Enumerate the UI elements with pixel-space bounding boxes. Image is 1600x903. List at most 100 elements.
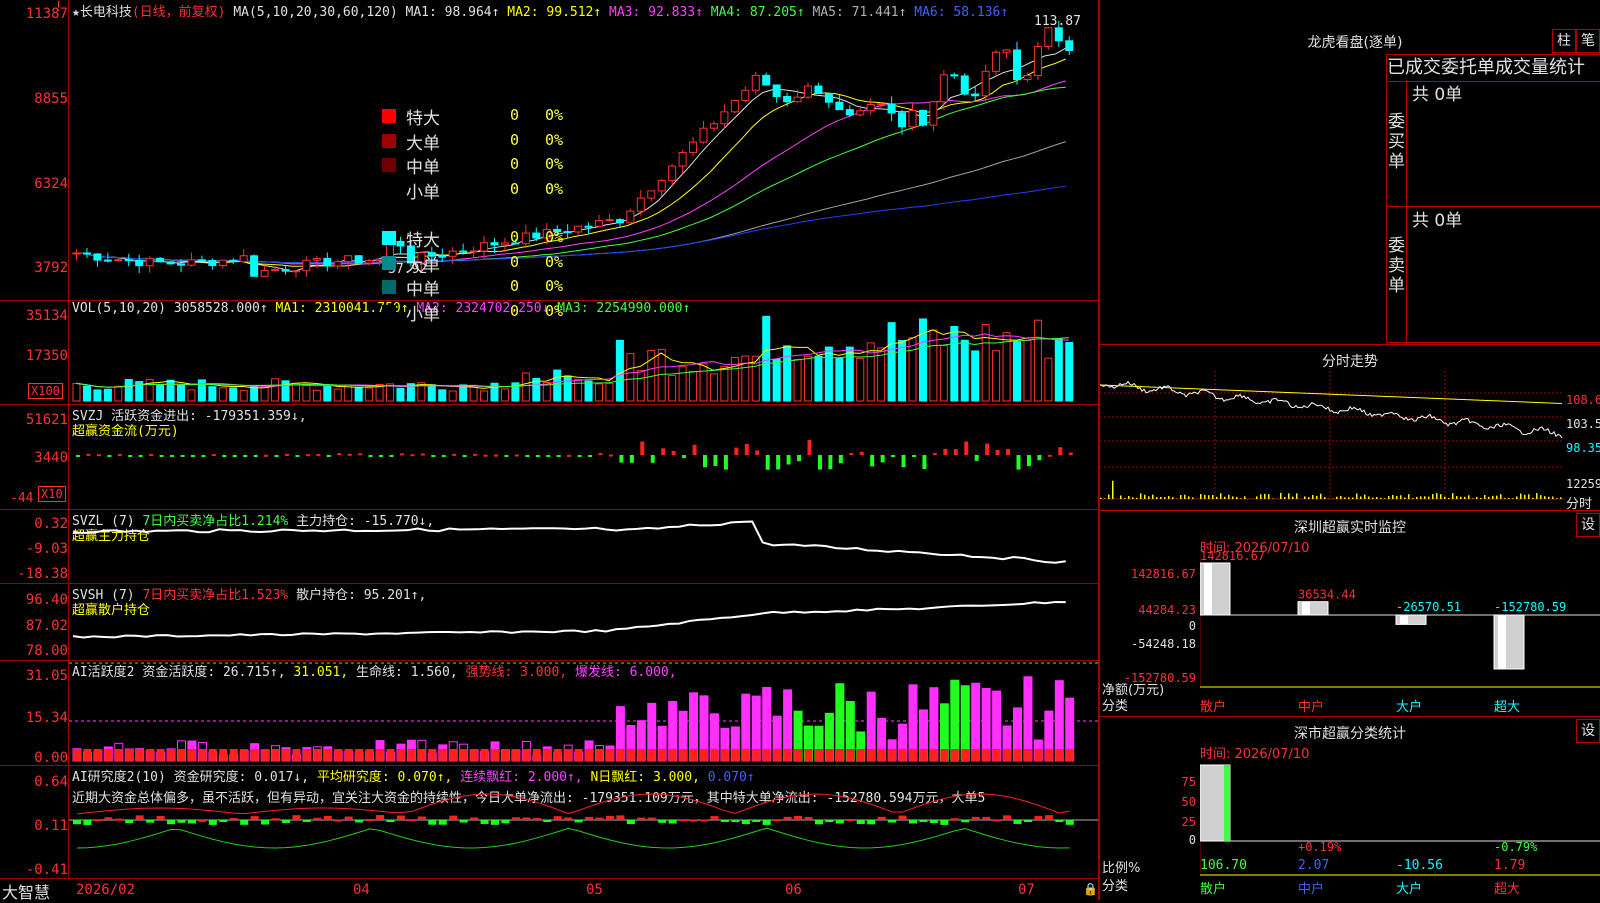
fund-flow-bar (473, 454, 477, 456)
fund-flow-bar (379, 455, 383, 457)
activity-base-bar (773, 749, 781, 761)
intraday-volume-bar (1112, 481, 1114, 499)
activity-base-bar (690, 749, 698, 761)
fund-flow-bar (943, 449, 947, 455)
brand-logo[interactable]: 大智慧 (2, 879, 50, 903)
sz-monitor-chart[interactable]: 142816.67散户36534.44中户-26570.51大户-152780.… (1200, 541, 1600, 717)
stats-tabs[interactable]: 已成交委托单成交量统计 (1386, 54, 1600, 82)
intraday-volume-bar (1396, 496, 1398, 499)
activity-base-bar (930, 749, 938, 761)
order-color-swatch (382, 158, 396, 172)
research-bar (178, 820, 186, 823)
volume-bar (219, 388, 226, 401)
activity-base-bar (355, 749, 363, 761)
volume-bar (690, 371, 697, 401)
dragon-tiger-panel: 龙虎看盘(逐单) 柱 笔 已成交委托单成交量统计 委买单 委卖单 共 0单 共 … (1100, 0, 1600, 344)
intraday-volume-bar (1376, 497, 1378, 499)
fund-flow-bar (264, 455, 268, 457)
activity-base-bar (261, 749, 269, 761)
candle-body (1014, 50, 1021, 80)
fund-flow-bar (410, 454, 414, 456)
activity-base-bar (167, 749, 175, 761)
activity-base-bar (575, 749, 583, 761)
candlestick-chart[interactable] (69, 0, 1098, 300)
ai-research-chart[interactable] (69, 766, 1098, 878)
volume-bar (616, 340, 623, 401)
intraday-volume-bar (1436, 493, 1438, 499)
ai-active-chart[interactable] (69, 661, 1098, 765)
candle-body (951, 75, 958, 76)
research-bar (83, 820, 91, 825)
activity-base-bar (596, 749, 604, 761)
svzj-chart[interactable] (69, 405, 1098, 509)
research-bar (418, 817, 426, 820)
volume-bar (209, 387, 216, 401)
intraday-volume-bar (1272, 498, 1274, 499)
activity-base-bar (313, 749, 321, 761)
lock-icon[interactable]: 🔒 (1083, 882, 1098, 896)
intraday-panel[interactable]: 分时走势 108.6 103.5 98.35 12259 分时 (1100, 344, 1600, 511)
ai-active-tick: 0.00 (0, 750, 68, 766)
activity-bar (1024, 677, 1032, 761)
bar-view-button[interactable]: 柱 (1552, 29, 1576, 53)
sz-monitor-panel: 深圳超赢实时监控 设 时间: 2026/07/10 142816.67 4428… (1100, 510, 1600, 717)
research-bar (805, 817, 813, 820)
vol-unit[interactable]: X100 (28, 383, 63, 399)
volume-bar (501, 389, 508, 401)
volume-bar (940, 346, 947, 401)
ratio-change: +0.19% (1298, 840, 1342, 854)
order-count: 0 (510, 180, 519, 198)
intraday-volume-bar (1292, 497, 1294, 499)
research-bar (690, 820, 698, 822)
research-bar (198, 820, 206, 822)
fund-flow-bar (442, 455, 446, 457)
research-bar (230, 818, 238, 820)
activity-base-bar (104, 749, 112, 761)
volume-bar (481, 391, 488, 401)
candle-body (658, 181, 665, 191)
candle-body (867, 105, 874, 111)
activity-bar (1055, 681, 1063, 761)
volume-bar (679, 367, 686, 401)
intraday-volume-bar (1524, 495, 1526, 499)
research-bar (627, 820, 635, 824)
volume-bar (1066, 343, 1073, 401)
sz-monitor-settings-button[interactable]: 设 (1576, 513, 1600, 537)
intraday-volume-bar (1404, 498, 1406, 499)
research-bar (1055, 820, 1063, 822)
volume-chart[interactable] (69, 301, 1098, 404)
svsh-chart[interactable] (69, 584, 1098, 660)
sz-stats-chart[interactable]: 106.70散户2.07+0.19%中户-10.56大户1.79-0.79%超大 (1200, 747, 1600, 901)
intraday-volume-bar (1552, 496, 1554, 499)
sz-stats-settings-button[interactable]: 设 (1576, 719, 1600, 743)
candle-body (355, 256, 362, 263)
intraday-volume-bar (1156, 497, 1158, 499)
research-bar (355, 820, 363, 822)
order-color-swatch (382, 109, 396, 123)
candle-body (449, 251, 456, 256)
activity-base-bar (324, 749, 332, 761)
intraday-chart[interactable] (1100, 371, 1564, 509)
activity-base-bar (501, 749, 509, 761)
research-bar (993, 819, 1001, 821)
research-bar (825, 820, 833, 822)
bar-highlight (1302, 602, 1310, 615)
category-label: 中户 (1298, 699, 1324, 715)
research-bar (752, 820, 760, 822)
tick-view-button[interactable]: 笔 (1576, 29, 1600, 53)
activity-base-bar (669, 749, 677, 761)
intraday-volume-bar (1420, 496, 1422, 499)
svzl-chart[interactable] (69, 510, 1098, 583)
svsh-tick: 96.40 (0, 592, 68, 608)
candle-body (721, 112, 728, 124)
svzj-unit[interactable]: X10 (38, 486, 66, 502)
activity-base-bar (815, 749, 823, 761)
research-bar (146, 820, 154, 823)
intraday-volume-bar (1160, 497, 1162, 499)
activity-base-bar (470, 749, 478, 761)
volume-bar (303, 384, 310, 401)
intraday-volume-bar (1128, 496, 1130, 499)
order-size-label: 特大 (406, 104, 440, 129)
intraday-volume-bar (1108, 495, 1110, 499)
svzl-tick: -9.03 (0, 541, 68, 557)
